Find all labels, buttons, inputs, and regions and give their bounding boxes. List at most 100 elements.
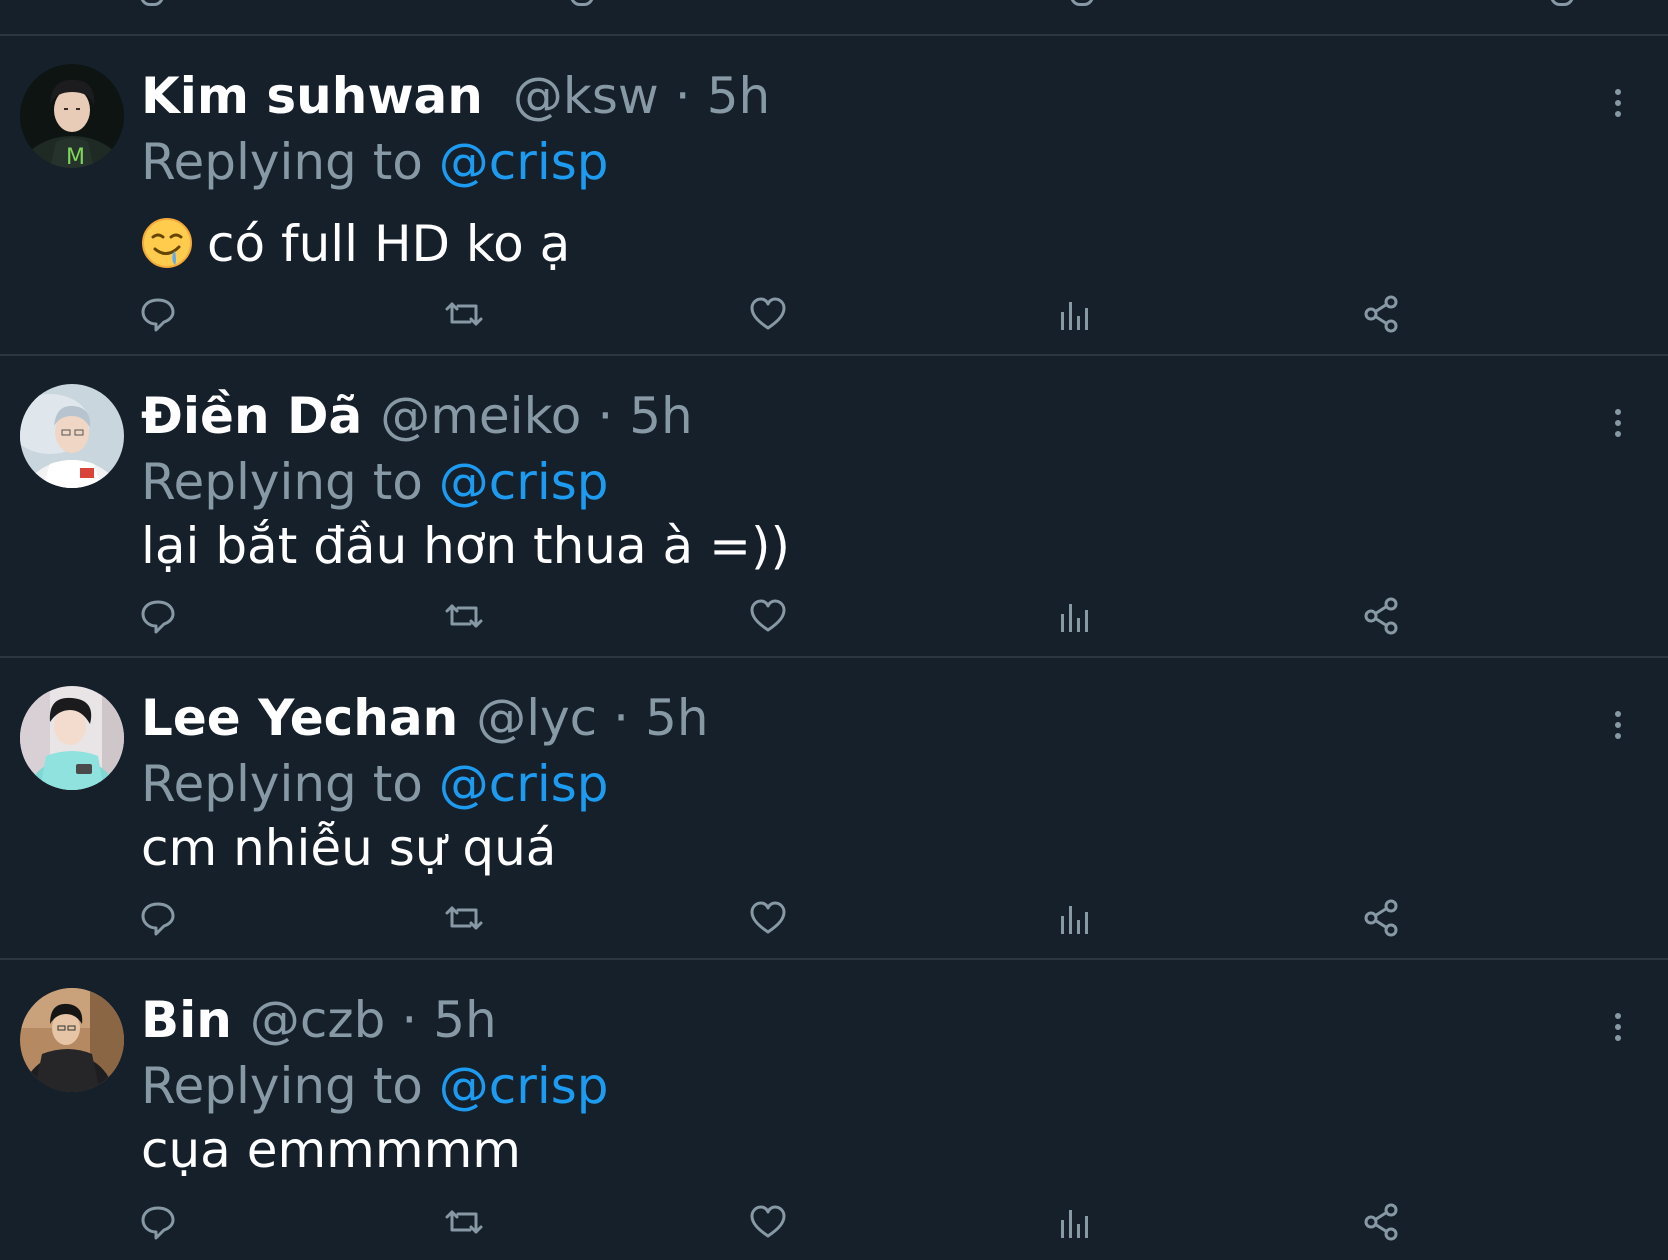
tweet-actions	[0, 1202, 1668, 1252]
tweet-header: Lee Yechan @lyc · 5h	[141, 688, 709, 748]
avatar[interactable]: M	[20, 64, 124, 168]
avatar[interactable]	[20, 988, 124, 1092]
more-icon	[1615, 711, 1621, 739]
share-icon	[1364, 899, 1398, 937]
reply-icon[interactable]	[140, 0, 164, 6]
tweet[interactable]: Điền Dã @meiko · 5h Replying to @crisp lại …	[0, 356, 1668, 658]
user-handle[interactable]: @czb	[250, 991, 385, 1049]
retweet-button[interactable]	[444, 294, 484, 334]
user-handle[interactable]: @lyc	[476, 689, 597, 747]
more-icon	[1615, 1013, 1621, 1041]
tweet-text: cm nhiễu sự quá	[141, 819, 557, 877]
reply-icon	[141, 902, 175, 936]
analytics-button[interactable]	[1055, 898, 1095, 938]
tweet-actions	[0, 294, 1668, 344]
analytics-button[interactable]	[1055, 1202, 1095, 1242]
retweet-icon	[445, 302, 483, 326]
tweet[interactable]: Lee Yechan @lyc · 5h Replying to @crisp cm …	[0, 658, 1668, 960]
like-icon[interactable]	[1070, 0, 1094, 6]
replying-to: Replying to @crisp	[141, 754, 609, 814]
analytics-icon	[1061, 604, 1088, 632]
display-name[interactable]: Lee Yechan	[141, 689, 458, 747]
reply-button[interactable]	[138, 1202, 178, 1242]
reply-icon	[141, 600, 175, 634]
user-handle[interactable]: @ksw	[513, 67, 659, 125]
retweet-icon[interactable]	[570, 0, 594, 6]
tweet-header: Điền Dã @meiko · 5h	[141, 386, 693, 446]
reply-button[interactable]	[138, 898, 178, 938]
more-icon	[1615, 89, 1621, 117]
reply-icon	[141, 298, 175, 332]
more-options-button[interactable]	[1608, 408, 1628, 438]
user-handle[interactable]: @meiko	[380, 387, 581, 445]
reply-icon	[141, 1206, 175, 1240]
analytics-icon	[1061, 1210, 1088, 1238]
mention-link[interactable]: @crisp	[439, 133, 609, 191]
like-button[interactable]	[748, 898, 788, 938]
tweet-header: Bin @czb · 5h	[141, 990, 497, 1050]
replying-label: Replying to	[141, 755, 423, 813]
display-name[interactable]: Kim suhwan	[141, 67, 483, 125]
analytics-button[interactable]	[1055, 596, 1095, 636]
display-name[interactable]: Bin	[141, 991, 232, 1049]
svg-text:M: M	[66, 145, 85, 168]
share-icon[interactable]	[1550, 0, 1574, 6]
tweet[interactable]: M Kim suhwan @ksw · 5h Replying to @crisp	[0, 36, 1668, 356]
retweet-button[interactable]	[444, 898, 484, 938]
analytics-icon	[1061, 906, 1088, 934]
replying-label: Replying to	[141, 1057, 423, 1115]
replying-to: Replying to @crisp	[141, 132, 609, 192]
like-button[interactable]	[748, 1202, 788, 1242]
retweet-icon	[445, 1210, 483, 1234]
replying-label: Replying to	[141, 453, 423, 511]
like-button[interactable]	[748, 294, 788, 334]
timestamp[interactable]: 5h	[645, 689, 709, 747]
share-button[interactable]	[1361, 294, 1401, 334]
retweet-icon	[445, 604, 483, 628]
retweet-icon	[445, 906, 483, 930]
more-options-button[interactable]	[1608, 1012, 1628, 1042]
share-icon	[1364, 1203, 1398, 1241]
retweet-button[interactable]	[444, 1202, 484, 1242]
retweet-button[interactable]	[444, 596, 484, 636]
share-icon	[1364, 295, 1398, 333]
more-options-button[interactable]	[1608, 88, 1628, 118]
previous-tweet-action-bar	[0, 0, 1668, 36]
tweet-text: có full HD ko ạ	[141, 214, 570, 274]
tweet-text: cụa emmmmm	[141, 1121, 522, 1179]
like-button[interactable]	[748, 596, 788, 636]
reply-feed: M Kim suhwan @ksw · 5h Replying to @crisp	[0, 36, 1668, 1260]
more-icon	[1615, 409, 1621, 437]
avatar[interactable]	[20, 686, 124, 790]
tweet-text-content: có full HD ko ạ	[207, 215, 571, 273]
like-icon	[750, 297, 786, 330]
analytics-button[interactable]	[1055, 294, 1095, 334]
separator-dot: ·	[597, 387, 614, 445]
mention-link[interactable]: @crisp	[439, 755, 609, 813]
share-button[interactable]	[1361, 596, 1401, 636]
mention-link[interactable]: @crisp	[439, 453, 609, 511]
drooling-face-emoji	[141, 217, 193, 269]
replying-to: Replying to @crisp	[141, 452, 609, 512]
share-button[interactable]	[1361, 898, 1401, 938]
replying-label: Replying to	[141, 133, 423, 191]
separator-dot: ·	[613, 689, 630, 747]
share-button[interactable]	[1361, 1202, 1401, 1242]
separator-dot: ·	[674, 67, 691, 125]
tweet-text: lại bắt đầu hơn thua à =))	[141, 517, 790, 575]
timestamp[interactable]: 5h	[707, 67, 771, 125]
mention-link[interactable]: @crisp	[439, 1057, 609, 1115]
separator-dot: ·	[401, 991, 418, 1049]
more-options-button[interactable]	[1608, 710, 1628, 740]
replying-to: Replying to @crisp	[141, 1056, 609, 1116]
display-name[interactable]: Điền Dã	[141, 387, 362, 445]
timestamp[interactable]: 5h	[433, 991, 497, 1049]
tweet-actions	[0, 898, 1668, 948]
reply-button[interactable]	[138, 596, 178, 636]
timestamp[interactable]: 5h	[629, 387, 693, 445]
tweet-header: Kim suhwan @ksw · 5h	[141, 66, 770, 126]
tweet[interactable]: Bin @czb · 5h Replying to @crisp cụa emmmmm	[0, 960, 1668, 1260]
reply-button[interactable]	[138, 294, 178, 334]
share-icon	[1364, 597, 1398, 635]
avatar[interactable]	[20, 384, 124, 488]
